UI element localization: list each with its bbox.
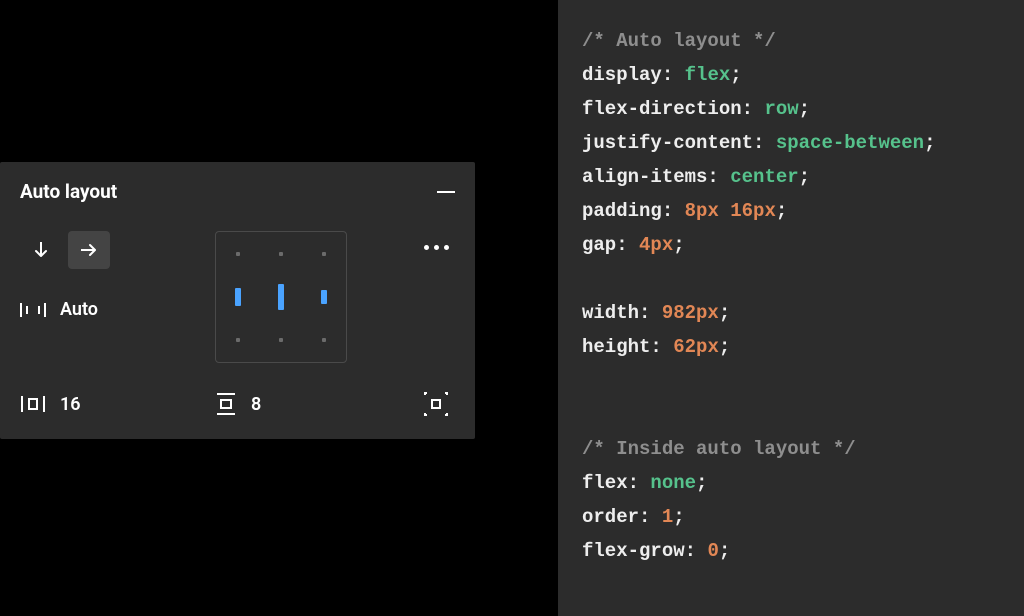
css-property: justify-content: [582, 132, 753, 154]
auto-layout-panel: Auto layout Auto: [0, 162, 475, 439]
css-value: 1: [662, 506, 673, 528]
css-value: 8px 16px: [685, 200, 776, 222]
align-option-middle-right[interactable]: [321, 290, 327, 304]
horizontal-padding-value: 16: [60, 394, 81, 415]
align-option-middle-left[interactable]: [235, 288, 241, 306]
arrow-down-icon: [34, 242, 48, 258]
direction-vertical-button[interactable]: [20, 231, 62, 269]
alignment-grid[interactable]: [215, 231, 347, 363]
css-property: display: [582, 64, 662, 86]
panel-col-left: Auto: [20, 231, 215, 320]
align-option-bottom-left[interactable]: [236, 338, 240, 342]
panel-col-right: [365, 231, 455, 250]
css-value: flex: [685, 64, 731, 86]
css-code-panel[interactable]: /* Auto layout */ display: flex; flex-di…: [558, 0, 1024, 616]
css-property: flex-direction: [582, 98, 742, 120]
css-property: height: [582, 336, 650, 358]
align-option-top-center[interactable]: [279, 252, 283, 256]
align-option-bottom-right[interactable]: [322, 338, 326, 342]
align-option-top-left[interactable]: [236, 252, 240, 256]
css-value: 4px: [639, 234, 673, 256]
css-property: gap: [582, 234, 616, 256]
vertical-padding-field[interactable]: 8: [215, 392, 365, 416]
spacing-mode-value: Auto: [60, 299, 98, 320]
panel-header: Auto layout: [20, 180, 455, 203]
direction-buttons: [20, 231, 215, 269]
spacing-between-icon: [20, 300, 46, 320]
css-property: padding: [582, 200, 662, 222]
code-comment: /* Inside auto layout */: [582, 438, 856, 460]
css-value: none: [650, 472, 696, 494]
padding-row: 16 8: [20, 391, 455, 417]
align-option-bottom-center[interactable]: [279, 338, 283, 342]
more-options-button[interactable]: [424, 245, 449, 250]
horizontal-padding-icon: [20, 394, 46, 414]
css-value: 982px: [662, 302, 719, 324]
css-property: flex: [582, 472, 628, 494]
vertical-padding-value: 8: [251, 394, 261, 415]
arrow-right-icon: [81, 243, 97, 257]
spacing-mode-row[interactable]: Auto: [20, 299, 215, 320]
css-value: space-between: [776, 132, 924, 154]
horizontal-padding-field[interactable]: 16: [20, 394, 215, 415]
panel-col-mid: [215, 231, 365, 363]
align-option-middle-center[interactable]: [278, 284, 284, 310]
code-comment: /* Auto layout */: [582, 30, 776, 52]
css-property: align-items: [582, 166, 707, 188]
panel-title: Auto layout: [20, 180, 117, 203]
individual-padding-button[interactable]: [423, 391, 449, 417]
css-value: row: [764, 98, 798, 120]
css-property: flex-grow: [582, 540, 685, 562]
css-property: order: [582, 506, 639, 528]
css-property: width: [582, 302, 639, 324]
css-value: center: [730, 166, 798, 188]
panel-body: Auto: [20, 231, 455, 363]
css-value: 0: [707, 540, 718, 562]
css-value: 62px: [673, 336, 719, 358]
direction-horizontal-button[interactable]: [68, 231, 110, 269]
collapse-icon[interactable]: [437, 191, 455, 193]
vertical-padding-icon: [215, 392, 237, 416]
align-option-top-right[interactable]: [322, 252, 326, 256]
